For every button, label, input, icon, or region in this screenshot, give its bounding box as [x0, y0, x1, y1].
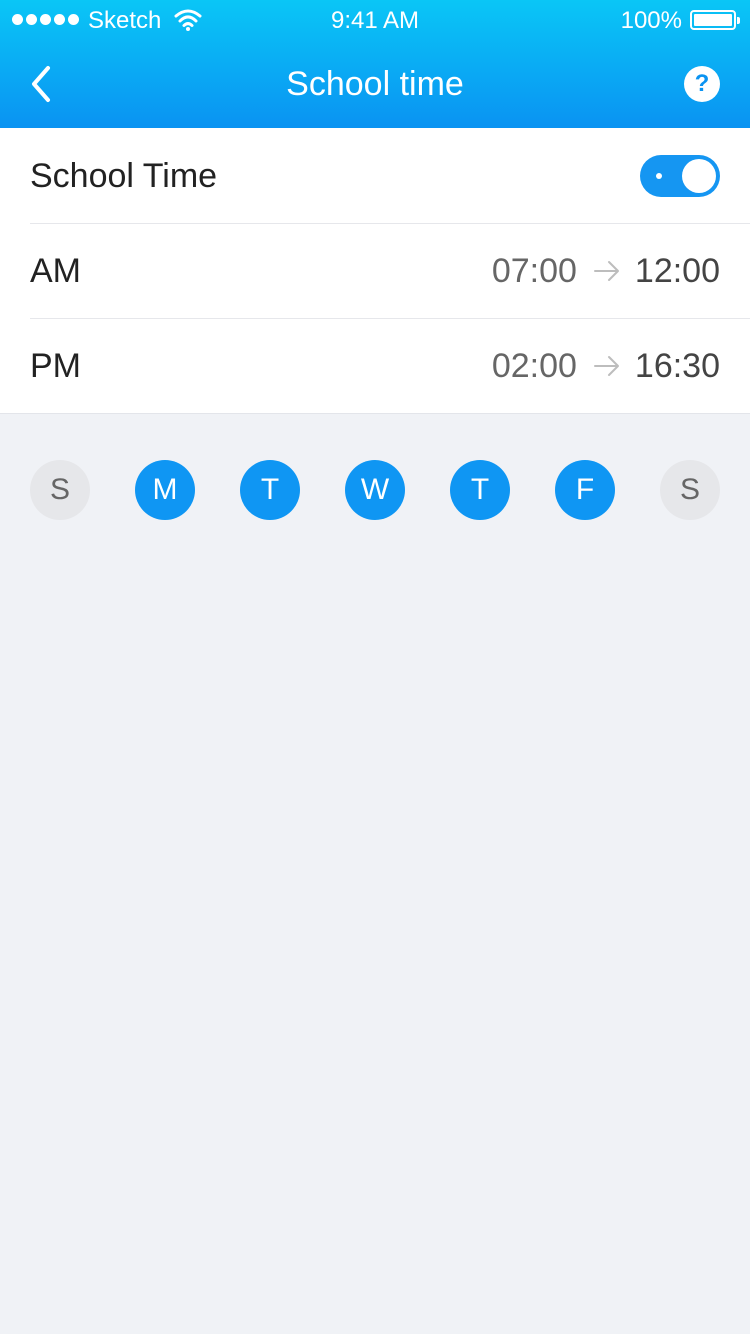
pm-time-range[interactable]: 02:00 16:30 [492, 346, 720, 386]
am-start-time: 07:00 [491, 252, 577, 290]
status-bar: Sketch 9:41 AM 100% [0, 0, 750, 40]
day-friday-button[interactable]: F [555, 460, 615, 520]
question-circle-icon: ? [694, 70, 710, 97]
app-header: Sketch 9:41 AM 100% School time ? [0, 0, 750, 128]
school-time-label: School Time [30, 157, 218, 195]
day-tuesday-button[interactable]: T [240, 460, 300, 520]
am-time-range[interactable]: 07:00 12:00 [492, 251, 720, 291]
am-period-row[interactable]: AM 07:00 12:00 [0, 223, 750, 318]
pm-end-time: 16:30 [634, 347, 720, 385]
battery-icon [690, 10, 740, 30]
am-label: AM [30, 252, 81, 290]
pm-period-row[interactable]: PM 02:00 16:30 [0, 318, 750, 413]
school-time-settings: School Time AM 07:00 12:00 PM 02:00 16:3… [0, 128, 750, 414]
toggle-knob [682, 159, 716, 193]
school-time-toggle[interactable] [640, 155, 720, 197]
am-end-time: 12:00 [634, 252, 720, 290]
page-title: School time [286, 65, 464, 103]
help-button[interactable]: ? [684, 66, 720, 102]
day-monday-button[interactable]: M [135, 460, 195, 520]
day-thursday-button[interactable]: T [450, 460, 510, 520]
toggle-on-indicator [656, 173, 662, 179]
day-saturday-button[interactable]: S [660, 460, 720, 520]
school-time-row: School Time [0, 128, 750, 223]
day-sunday-button[interactable]: S [30, 460, 90, 520]
battery-percentage: 100% [620, 7, 682, 34]
day-wednesday-button[interactable]: W [345, 460, 405, 520]
pm-start-time: 02:00 [491, 347, 577, 385]
arrow-right-icon [593, 261, 619, 281]
arrow-right-icon [593, 356, 619, 376]
navigation-bar: School time ? [0, 40, 750, 128]
pm-label: PM [30, 347, 81, 385]
weekday-selector: S M T W T F S [30, 460, 720, 520]
